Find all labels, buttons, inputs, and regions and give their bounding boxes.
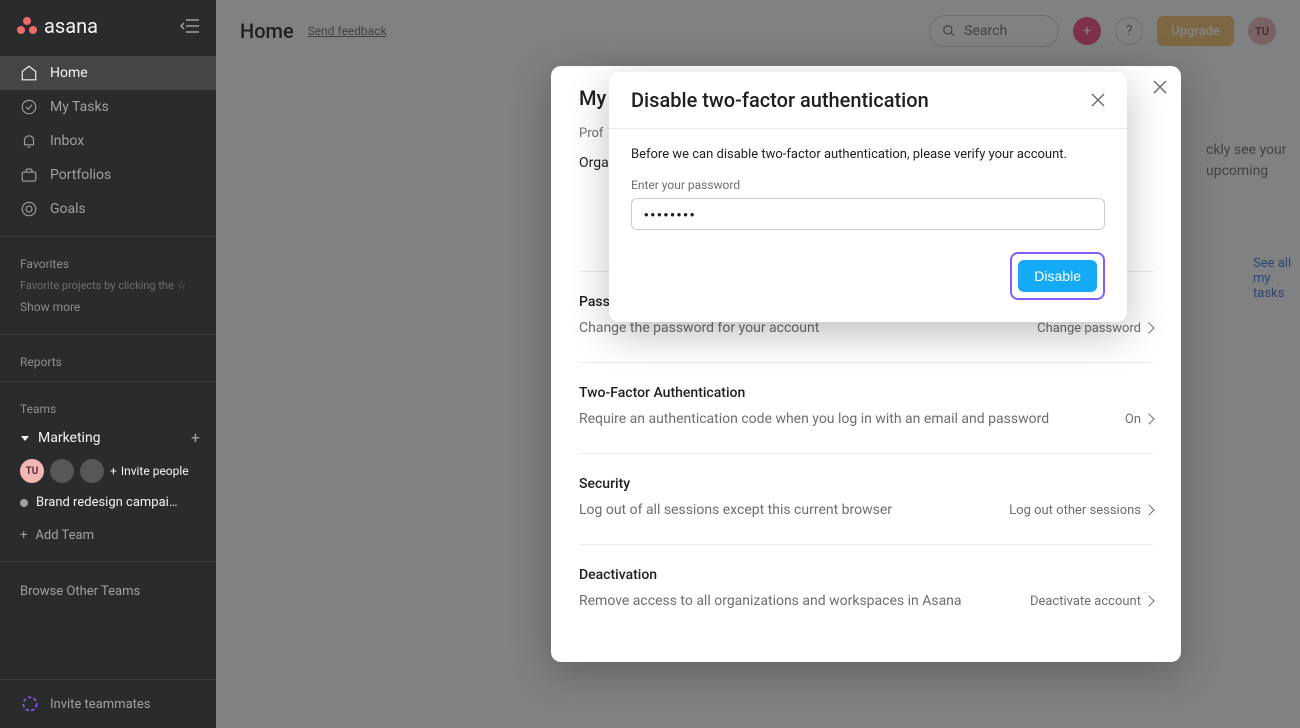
section-desc: Change the password for your account [579,320,819,336]
2fa-toggle-link[interactable]: On [1125,412,1153,427]
sidebar-item-label: Home [50,65,88,81]
logo-text: asana [44,14,98,38]
disable-button[interactable]: Disable [1018,260,1097,292]
sidebar-item-label: Goals [50,201,86,217]
tab-profile[interactable]: Prof [579,126,603,141]
bell-icon [20,132,38,150]
section-security: Security Log out of all sessions except … [579,453,1153,544]
sidebar-item-portfolios[interactable]: Portfolios [0,158,216,192]
plus-icon: + [20,528,27,543]
section-desc: Remove access to all organizations and w… [579,593,962,609]
sidebar-item-label: Inbox [50,133,84,149]
chevron-right-icon [1143,413,1154,424]
browse-other-teams-link[interactable]: Browse Other Teams [0,568,216,615]
sidebar-nav: Home My Tasks Inbox Portfolios Goals [0,52,216,230]
favorites-hint: Favorite projects by clicking the ☆ [0,277,216,294]
sidebar-item-label: Portfolios [50,167,111,183]
section-desc: Log out of all sessions except this curr… [579,502,892,518]
caret-down-icon [20,433,30,443]
section-title: Security [579,476,1153,492]
avatar[interactable] [50,459,74,483]
logout-sessions-link[interactable]: Log out other sessions [1009,503,1153,518]
section-title: Two-Factor Authentication [579,385,1153,401]
disable-2fa-dialog: Disable two-factor authentication Before… [609,72,1127,322]
sidebar-item-goals[interactable]: Goals [0,192,216,226]
project-name: Brand redesign campai… [36,495,178,510]
section-title: Deactivation [579,567,1153,583]
collapse-sidebar-icon[interactable] [180,18,200,34]
deactivate-account-link[interactable]: Deactivate account [1030,594,1153,609]
chevron-right-icon [1143,504,1154,515]
target-icon [20,200,38,218]
check-circle-icon [20,98,38,116]
sparkle-ring-icon [20,694,40,714]
reports-label[interactable]: Reports [0,341,216,375]
asana-logo-icon [16,16,38,36]
add-team-link[interactable]: + Add Team [0,516,216,555]
favorites-label: Favorites [0,243,216,277]
chevron-right-icon [1143,595,1154,606]
invite-people-link[interactable]: + Invite people [110,464,189,478]
section-2fa: Two-Factor Authentication Require an aut… [579,362,1153,453]
close-icon[interactable] [1153,80,1167,94]
show-more-link[interactable]: Show more [0,294,216,328]
sidebar-item-label: My Tasks [50,99,109,115]
invite-teammates-link[interactable]: Invite teammates [0,679,216,728]
project-item[interactable]: Brand redesign campai… [0,489,216,516]
disable-button-highlight: Disable [1010,252,1105,300]
teams-label: Teams [0,388,216,422]
password-label: Enter your password [631,178,1105,192]
team-name: Marketing [38,430,101,446]
logo[interactable]: asana [16,14,98,38]
change-password-link[interactable]: Change password [1037,321,1153,336]
chevron-right-icon [1143,322,1154,333]
password-input[interactable] [631,198,1105,230]
add-to-team-icon[interactable]: + [191,428,200,447]
dialog-title: Disable two-factor authentication [631,88,929,112]
team-row-marketing[interactable]: Marketing + [0,422,216,453]
section-desc: Require an authentication code when you … [579,411,1049,427]
close-icon[interactable] [1091,93,1105,107]
team-members: TU + Invite people [0,453,216,489]
sidebar: asana Home My Tasks Inbox Portfolios [0,0,216,728]
sidebar-item-my-tasks[interactable]: My Tasks [0,90,216,124]
project-dot-icon [20,499,28,507]
avatar[interactable] [80,459,104,483]
home-icon [20,64,38,82]
sidebar-item-inbox[interactable]: Inbox [0,124,216,158]
sidebar-item-home[interactable]: Home [0,56,216,90]
section-deactivation: Deactivation Remove access to all organi… [579,544,1153,635]
main: Home Send feedback Search + ? Upgrade TU… [216,0,1300,728]
briefcase-icon [20,166,38,184]
dialog-message: Before we can disable two-factor authent… [631,147,1105,162]
avatar[interactable]: TU [20,459,44,483]
